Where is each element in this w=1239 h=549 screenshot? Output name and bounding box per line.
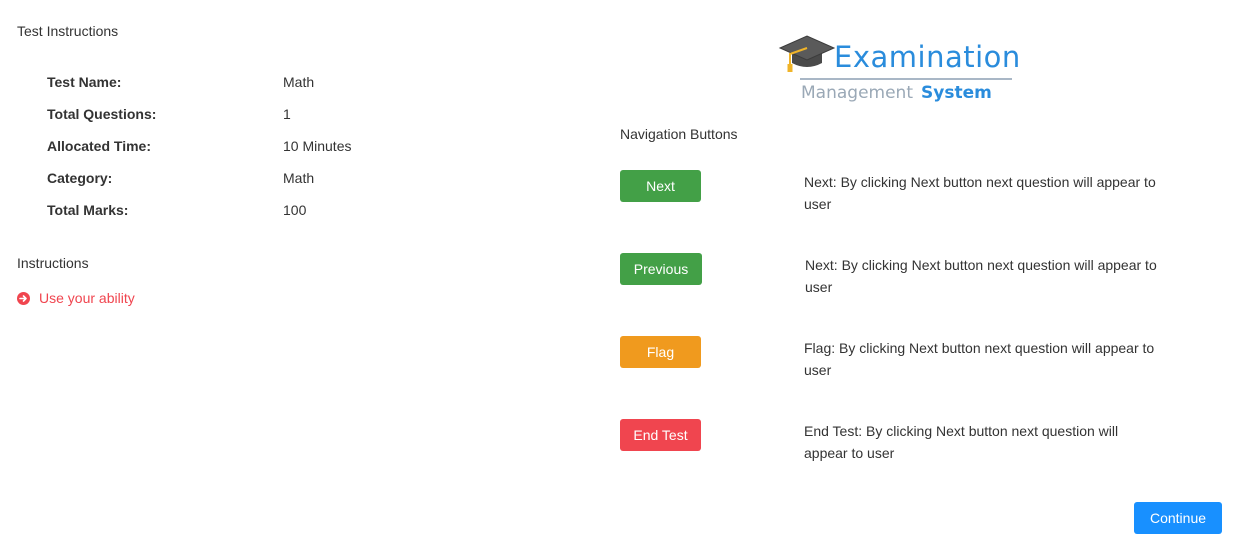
test-name-row: Test Name: Math [47,74,447,106]
allocated-time-row: Allocated Time: 10 Minutes [47,138,447,170]
test-info-table: Test Name: Math Total Questions: 1 Alloc… [47,74,447,234]
test-name-label: Test Name: [47,74,122,90]
allocated-time-label: Allocated Time: [47,138,151,154]
logo-sub-text-management: Management [801,83,913,103]
instructions-title: Instructions [17,255,89,271]
logo-sub-text-system: System [921,83,992,103]
flag-button[interactable]: Flag [620,336,701,368]
category-label: Category: [47,170,113,186]
instruction-item: Use your ability [17,290,135,306]
next-button[interactable]: Next [620,170,701,202]
logo-main-text: Examination [834,40,1021,74]
next-description: Next: By clicking Next button next quest… [804,174,1156,212]
graduation-cap-icon [778,35,836,72]
flag-description: Flag: By clicking Next button next quest… [804,340,1155,378]
total-questions-label: Total Questions: [47,106,157,122]
previous-description: Next: By clicking Next button next quest… [805,257,1157,295]
instruction-text: Use your ability [39,290,135,306]
allocated-time-value: 10 Minutes [283,138,352,154]
total-marks-label: Total Marks: [47,202,129,218]
total-marks-value: 100 [283,202,307,218]
examination-management-system-logo: Examination Management System [778,32,1021,110]
previous-button[interactable]: Previous [620,253,702,285]
total-questions-value: 1 [283,106,291,122]
end-test-button[interactable]: End Test [620,419,701,451]
category-value: Math [283,170,315,186]
test-name-value: Math [283,74,315,90]
arrow-circle-right-icon [17,291,30,305]
navigation-buttons-title: Navigation Buttons [620,126,738,142]
test-instructions-title: Test Instructions [17,23,119,39]
continue-button[interactable]: Continue [1134,502,1222,534]
total-marks-row: Total Marks: 100 [47,202,447,234]
total-questions-row: Total Questions: 1 [47,106,447,138]
logo-divider [800,78,1012,80]
end-test-description: End Test: By clicking Next button next q… [804,423,1119,461]
category-row: Category: Math [47,170,447,202]
